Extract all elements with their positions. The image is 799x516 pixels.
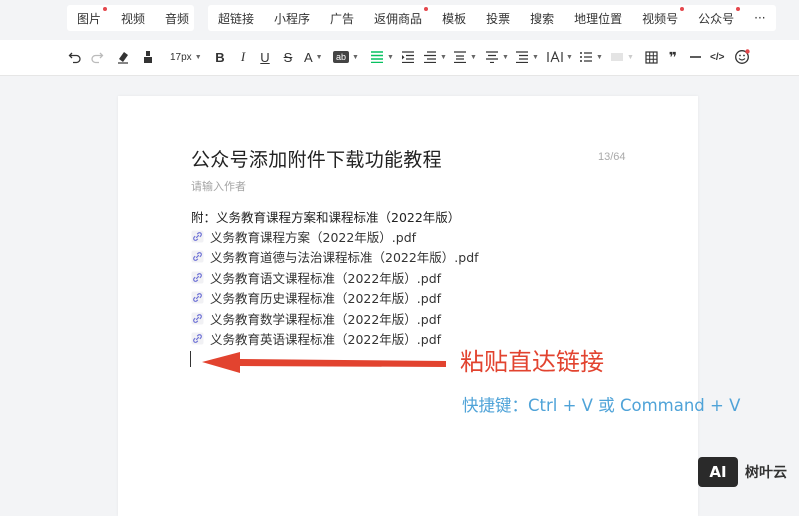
attachment-link[interactable]: 义务教育英语课程标准（2022年版）.pdf [191, 328, 441, 348]
list-icon[interactable]: ▼ [579, 48, 603, 66]
paragraph-spacing-icon[interactable]: ▼ [453, 48, 477, 66]
media-insert-item-label: 图片 [77, 11, 102, 26]
content-insert-item-label: 视频号 [642, 11, 679, 26]
content-insert-item-label: 投票 [486, 11, 511, 26]
content-insert-group: 超链接 小程序 广告 返佣商品 模板 投票 搜索 地理位置 视频号 公众号 ··· [208, 5, 776, 31]
media-insert-item[interactable]: 图片 [67, 6, 111, 27]
media-insert-item[interactable]: 视频 [111, 10, 155, 27]
content-insert-item[interactable]: 广告 [320, 10, 364, 27]
attachment-link[interactable]: 义务教育历史课程标准（2022年版）.pdf [191, 287, 441, 307]
divider-style-icon[interactable]: ▼ [610, 48, 634, 66]
format-toolbar: 17px ▼ B I U S A ▼ ab ▼ ▼ ▼ ▼ ▼ ▼ ▼ ▼ ▼ ❞ [0, 40, 799, 76]
watermark-ai-badge: AI [698, 457, 738, 487]
content-insert-item-label: 搜索 [530, 11, 555, 26]
format-painter-icon[interactable] [141, 48, 155, 66]
content-insert-item[interactable]: 小程序 [264, 10, 320, 27]
more-options-icon[interactable]: ··· [744, 11, 775, 25]
link-icon [191, 291, 204, 303]
content-insert-item[interactable]: 超链接 [208, 10, 264, 27]
insert-toolbar: 图片 视频 音频 超链接 小程序 广告 返佣商品 模板 投票 搜索 地理位置 视频号 公众号 ··· [0, 0, 799, 40]
content-insert-item-label: 返佣商品 [374, 11, 423, 26]
link-icon [191, 250, 204, 262]
media-insert-item[interactable]: 音频 [155, 10, 199, 27]
code-icon[interactable]: </> [710, 48, 724, 66]
line-spacing-icon[interactable]: ▼ [423, 48, 447, 66]
text-cursor [190, 351, 191, 367]
media-insert-item-label: 音频 [165, 11, 190, 26]
attachment-filename: 义务教育历史课程标准（2022年版）.pdf [210, 290, 442, 306]
underline-button[interactable]: U [258, 48, 272, 66]
content-insert-item-label: 模板 [442, 11, 467, 26]
author-input[interactable]: 请输入作者 [191, 178, 246, 194]
attachment-filename: 义务教育语文课程标准（2022年版）.pdf [210, 270, 442, 286]
content-insert-item-label: 广告 [330, 11, 355, 26]
title-char-counter: 13/64 [598, 151, 626, 163]
annotation-shortcut: 快捷键：Ctrl + V 或 Command + V [462, 396, 741, 415]
content-insert-item-label: 超链接 [218, 11, 255, 26]
attachment-filename: 义务教育英语课程标准（2022年版）.pdf [210, 331, 442, 347]
annotation-headline: 粘贴直达链接 [460, 348, 604, 376]
attachment-filename: 义务教育课程方案（2022年版）.pdf [210, 229, 417, 245]
content-insert-item[interactable]: 地理位置 [564, 10, 632, 27]
link-icon [191, 312, 204, 324]
link-icon [191, 230, 204, 242]
link-icon [191, 271, 204, 283]
new-badge-dot [680, 6, 685, 11]
link-icon [191, 332, 204, 344]
font-size-select[interactable]: 17px ▼ [170, 48, 202, 66]
font-color-button[interactable]: A ▼ [304, 48, 323, 66]
watermark-text: 树叶云 [745, 465, 787, 481]
undo-icon[interactable] [68, 48, 82, 66]
attachment-link[interactable]: 义务教育道德与法治课程标准（2022年版）.pdf [191, 246, 479, 266]
table-icon[interactable] [644, 48, 658, 66]
letter-spacing-icon[interactable]: ▼ [547, 48, 573, 66]
content-insert-item[interactable]: 模板 [432, 10, 476, 27]
page-margin-icon[interactable]: ▼ [515, 48, 539, 66]
indent-icon[interactable] [401, 48, 415, 66]
content-insert-item[interactable]: 投票 [476, 10, 520, 27]
pointing-arrow-icon [202, 352, 446, 373]
content-insert-item[interactable]: 返佣商品 [364, 6, 432, 27]
media-insert-item-label: 视频 [121, 11, 146, 26]
article-title[interactable]: 公众号添加附件下载功能教程 [191, 145, 442, 172]
attachment-link[interactable]: 义务教育课程方案（2022年版）.pdf [191, 226, 416, 246]
background-color-button[interactable]: ab ▼ [333, 48, 359, 66]
new-badge-dot [103, 6, 108, 11]
attachment-filename: 义务教育道德与法治课程标准（2022年版）.pdf [210, 249, 479, 265]
content-insert-item[interactable]: 公众号 [688, 6, 744, 27]
quote-icon[interactable]: ❞ [666, 48, 680, 66]
italic-button[interactable]: I [236, 48, 250, 66]
text-align-icon[interactable]: ▼ [485, 48, 509, 66]
content-insert-item-label: 小程序 [274, 11, 311, 26]
clear-format-icon[interactable] [116, 48, 130, 66]
watermark-logo: AI 树叶云 [698, 456, 794, 488]
bold-button[interactable]: B [213, 48, 227, 66]
attachment-filename: 义务教育数学课程标准（2022年版）.pdf [210, 311, 442, 327]
attachment-link[interactable]: 义务教育语文课程标准（2022年版）.pdf [191, 267, 441, 287]
content-insert-item-label: 地理位置 [574, 11, 623, 26]
attachment-intro-text: 附：义务教育课程方案和课程标准（2022年版） [191, 210, 461, 225]
new-badge-dot [424, 6, 429, 11]
strikethrough-button[interactable]: S [281, 48, 295, 66]
content-insert-item[interactable]: 视频号 [632, 6, 688, 27]
emoji-icon[interactable] [734, 48, 750, 66]
media-insert-group: 图片 视频 音频 [67, 5, 194, 31]
content-insert-item[interactable]: 搜索 [520, 10, 564, 27]
horizontal-rule-icon[interactable] [688, 48, 702, 66]
redo-icon[interactable] [90, 48, 104, 66]
attachment-link[interactable]: 义务教育数学课程标准（2022年版）.pdf [191, 308, 441, 328]
content-insert-item-label: 公众号 [698, 11, 735, 26]
align-left-icon[interactable]: ▼ [370, 48, 394, 66]
new-badge-dot [736, 6, 741, 11]
